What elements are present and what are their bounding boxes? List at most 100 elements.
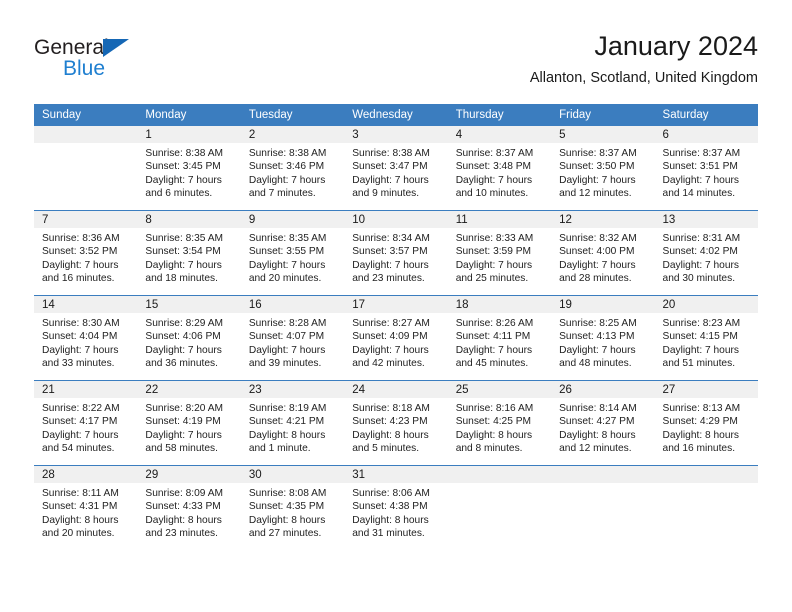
day-sun-info: Sunrise: 8:29 AM Sunset: 4:06 PM Daylight:… xyxy=(137,313,240,370)
daylight-text-line2: and 58 minutes. xyxy=(145,442,218,454)
calendar-day-cell[interactable]: 21 Sunrise: 8:22 AM Sunset: 4:17 PM Dayligh… xyxy=(34,380,138,466)
day-cell-inner: 5 Sunrise: 8:37 AM Sunset: 3:50 PM Daylight… xyxy=(551,126,655,210)
daylight-text-line2: and 28 minutes. xyxy=(559,272,632,284)
day-sun-info: Sunrise: 8:11 AM Sunset: 4:31 PM Daylight:… xyxy=(34,483,137,540)
day-sun-info: Sunrise: 8:19 AM Sunset: 4:21 PM Daylight:… xyxy=(241,398,344,455)
calendar-day-cell[interactable]: 15 Sunrise: 8:29 AM Sunset: 4:06 PM Dayligh… xyxy=(137,295,241,381)
sunrise-text: Sunrise: 8:37 AM xyxy=(662,148,741,159)
day-cell-inner: 26 Sunrise: 8:14 AM Sunset: 4:27 PM Dayligh… xyxy=(551,381,655,465)
calendar-day-cell[interactable]: 14 Sunrise: 8:30 AM Sunset: 4:04 PM Dayligh… xyxy=(34,295,138,381)
daylight-text-line2: and 8 minutes. xyxy=(455,442,523,454)
daylight-text-line2: and 16 minutes. xyxy=(42,272,115,284)
day-number: 2 xyxy=(240,126,345,143)
page-subtitle: Allanton, Scotland, United Kingdom xyxy=(529,70,758,86)
calendar-week-row: 7 Sunrise: 8:36 AM Sunset: 3:52 PM Daylight… xyxy=(34,210,758,296)
day-number: 16 xyxy=(240,296,345,313)
weekday-header-thursday: Thursday xyxy=(447,104,552,126)
day-sun-info: Sunrise: 8:28 AM Sunset: 4:07 PM Daylight:… xyxy=(241,313,344,370)
calendar-day-cell[interactable]: 6 Sunrise: 8:37 AM Sunset: 3:51 PM Daylight… xyxy=(654,126,758,211)
day-number: 10 xyxy=(344,211,448,228)
calendar-day-cell[interactable]: 24 Sunrise: 8:18 AM Sunset: 4:23 PM Dayligh… xyxy=(344,380,448,466)
sunset-text: Sunset: 4:21 PM xyxy=(248,416,325,428)
calendar-day-cell[interactable]: 30 Sunrise: 8:08 AM Sunset: 4:35 PM Dayligh… xyxy=(240,465,345,550)
day-cell-inner: 14 Sunrise: 8:30 AM Sunset: 4:04 PM Dayligh… xyxy=(34,296,138,380)
day-number: 17 xyxy=(344,296,448,313)
day-number: 31 xyxy=(344,466,448,483)
day-number: 24 xyxy=(344,381,448,398)
sunrise-text: Sunrise: 8:23 AM xyxy=(662,318,741,329)
day-number: 9 xyxy=(240,211,345,228)
sunrise-text: Sunrise: 8:16 AM xyxy=(455,403,534,414)
calendar-day-cell[interactable]: 20 Sunrise: 8:23 AM Sunset: 4:15 PM Dayligh… xyxy=(654,295,758,381)
daylight-text-line2: and 23 minutes. xyxy=(352,272,425,284)
day-sun-info: Sunrise: 8:38 AM Sunset: 3:47 PM Daylight:… xyxy=(344,143,447,200)
calendar-day-cell[interactable]: 25 Sunrise: 8:16 AM Sunset: 4:25 PM Dayligh… xyxy=(447,380,552,466)
calendar-day-cell[interactable]: 18 Sunrise: 8:26 AM Sunset: 4:11 PM Dayligh… xyxy=(447,295,552,381)
calendar-day-cell[interactable]: 19 Sunrise: 8:25 AM Sunset: 4:13 PM Dayligh… xyxy=(551,295,655,381)
sunrise-text: Sunrise: 8:13 AM xyxy=(662,403,741,414)
daylight-text-line1: Daylight: 7 hours xyxy=(145,344,222,356)
day-sun-info: Sunrise: 8:38 AM Sunset: 3:45 PM Daylight:… xyxy=(137,143,240,200)
daylight-text-line1: Daylight: 8 hours xyxy=(42,514,119,526)
day-cell-inner: 7 Sunrise: 8:36 AM Sunset: 3:52 PM Daylight… xyxy=(34,211,138,295)
sunrise-text: Sunrise: 8:25 AM xyxy=(559,318,637,329)
sunset-text: Sunset: 4:00 PM xyxy=(559,246,635,258)
day-sun-info: Sunrise: 8:37 AM Sunset: 3:48 PM Daylight:… xyxy=(448,143,551,200)
weekday-header-tuesday: Tuesday xyxy=(240,104,345,126)
daylight-text-line1: Daylight: 7 hours xyxy=(248,344,326,356)
daylight-text-line2: and 12 minutes. xyxy=(559,187,632,199)
calendar-day-cell[interactable]: 17 Sunrise: 8:27 AM Sunset: 4:09 PM Dayligh… xyxy=(344,295,448,381)
calendar-day-cell[interactable]: 31 Sunrise: 8:06 AM Sunset: 4:38 PM Dayligh… xyxy=(344,465,448,550)
daylight-text-line1: Daylight: 7 hours xyxy=(145,429,222,441)
sunrise-text: Sunrise: 8:27 AM xyxy=(352,318,430,329)
calendar-week-row: 14 Sunrise: 8:30 AM Sunset: 4:04 PM Dayligh… xyxy=(34,295,758,381)
sunrise-text: Sunrise: 8:38 AM xyxy=(352,148,430,159)
daylight-text-line2: and 36 minutes. xyxy=(145,357,218,369)
sunrise-text: Sunrise: 8:19 AM xyxy=(248,403,327,414)
sunrise-text: Sunrise: 8:37 AM xyxy=(455,148,534,159)
daylight-text-line2: and 48 minutes. xyxy=(559,357,632,369)
day-number: 22 xyxy=(137,381,241,398)
day-cell-inner xyxy=(34,126,138,210)
calendar-day-cell[interactable]: 27 Sunrise: 8:13 AM Sunset: 4:29 PM Dayligh… xyxy=(654,380,758,466)
sunset-text: Sunset: 3:55 PM xyxy=(248,246,325,258)
sunrise-text: Sunrise: 8:26 AM xyxy=(455,318,534,329)
calendar-day-cell[interactable]: 22 Sunrise: 8:20 AM Sunset: 4:19 PM Dayligh… xyxy=(137,380,241,466)
calendar-day-cell[interactable]: 10 Sunrise: 8:34 AM Sunset: 3:57 PM Dayligh… xyxy=(344,210,448,296)
weekday-header-wednesday: Wednesday xyxy=(344,104,448,126)
calendar-day-cell[interactable]: 7 Sunrise: 8:36 AM Sunset: 3:52 PM Daylight… xyxy=(34,210,138,296)
calendar-day-cell[interactable]: 29 Sunrise: 8:09 AM Sunset: 4:33 PM Dayligh… xyxy=(137,465,241,550)
calendar-day-cell[interactable]: 8 Sunrise: 8:35 AM Sunset: 3:54 PM Daylight… xyxy=(137,210,241,296)
calendar-day-cell[interactable]: 13 Sunrise: 8:31 AM Sunset: 4:02 PM Dayligh… xyxy=(654,210,758,296)
day-sun-info: Sunrise: 8:30 AM Sunset: 4:04 PM Daylight:… xyxy=(34,313,137,370)
calendar-day-cell[interactable]: 4 Sunrise: 8:37 AM Sunset: 3:48 PM Daylight… xyxy=(447,126,552,211)
day-number: 30 xyxy=(240,466,345,483)
daylight-text-line1: Daylight: 8 hours xyxy=(248,514,326,526)
calendar-week-row: 28 Sunrise: 8:11 AM Sunset: 4:31 PM Dayligh… xyxy=(34,465,758,550)
calendar-day-cell[interactable]: 5 Sunrise: 8:37 AM Sunset: 3:50 PM Daylight… xyxy=(551,126,655,211)
calendar-day-cell[interactable]: 28 Sunrise: 8:11 AM Sunset: 4:31 PM Dayligh… xyxy=(34,465,138,550)
sunset-text: Sunset: 4:29 PM xyxy=(662,416,738,428)
calendar-day-cell[interactable]: 23 Sunrise: 8:19 AM Sunset: 4:21 PM Dayligh… xyxy=(240,380,345,466)
day-number: 6 xyxy=(654,126,758,143)
calendar-day-cell[interactable]: 12 Sunrise: 8:32 AM Sunset: 4:00 PM Dayligh… xyxy=(551,210,655,296)
sunrise-text: Sunrise: 8:32 AM xyxy=(559,233,637,244)
sunset-text: Sunset: 4:13 PM xyxy=(559,331,635,343)
daylight-text-line1: Daylight: 7 hours xyxy=(248,174,326,186)
calendar-day-cell[interactable]: 3 Sunrise: 8:38 AM Sunset: 3:47 PM Daylight… xyxy=(344,126,448,211)
day-sun-info: Sunrise: 8:25 AM Sunset: 4:13 PM Daylight:… xyxy=(551,313,654,370)
calendar-day-cell[interactable]: 9 Sunrise: 8:35 AM Sunset: 3:55 PM Daylight… xyxy=(240,210,345,296)
calendar-day-cell[interactable]: 16 Sunrise: 8:28 AM Sunset: 4:07 PM Dayligh… xyxy=(240,295,345,381)
calendar-day-cell[interactable]: 2 Sunrise: 8:38 AM Sunset: 3:46 PM Daylight… xyxy=(240,126,345,211)
sunset-text: Sunset: 3:59 PM xyxy=(455,246,532,258)
calendar-day-cell[interactable]: 26 Sunrise: 8:14 AM Sunset: 4:27 PM Dayligh… xyxy=(551,380,655,466)
daylight-text-line2: and 54 minutes. xyxy=(42,442,115,454)
daylight-text-line1: Daylight: 7 hours xyxy=(145,174,222,186)
calendar-day-cell[interactable]: 11 Sunrise: 8:33 AM Sunset: 3:59 PM Dayligh… xyxy=(447,210,552,296)
sunset-text: Sunset: 3:47 PM xyxy=(352,161,428,173)
calendar-day-cell[interactable]: 1 Sunrise: 8:38 AM Sunset: 3:45 PM Daylight… xyxy=(137,126,241,211)
sunrise-text: Sunrise: 8:38 AM xyxy=(145,148,224,159)
sunrise-text: Sunrise: 8:33 AM xyxy=(455,233,534,244)
day-cell-inner: 28 Sunrise: 8:11 AM Sunset: 4:31 PM Dayligh… xyxy=(34,466,138,550)
day-cell-inner: 15 Sunrise: 8:29 AM Sunset: 4:06 PM Dayligh… xyxy=(137,296,241,380)
